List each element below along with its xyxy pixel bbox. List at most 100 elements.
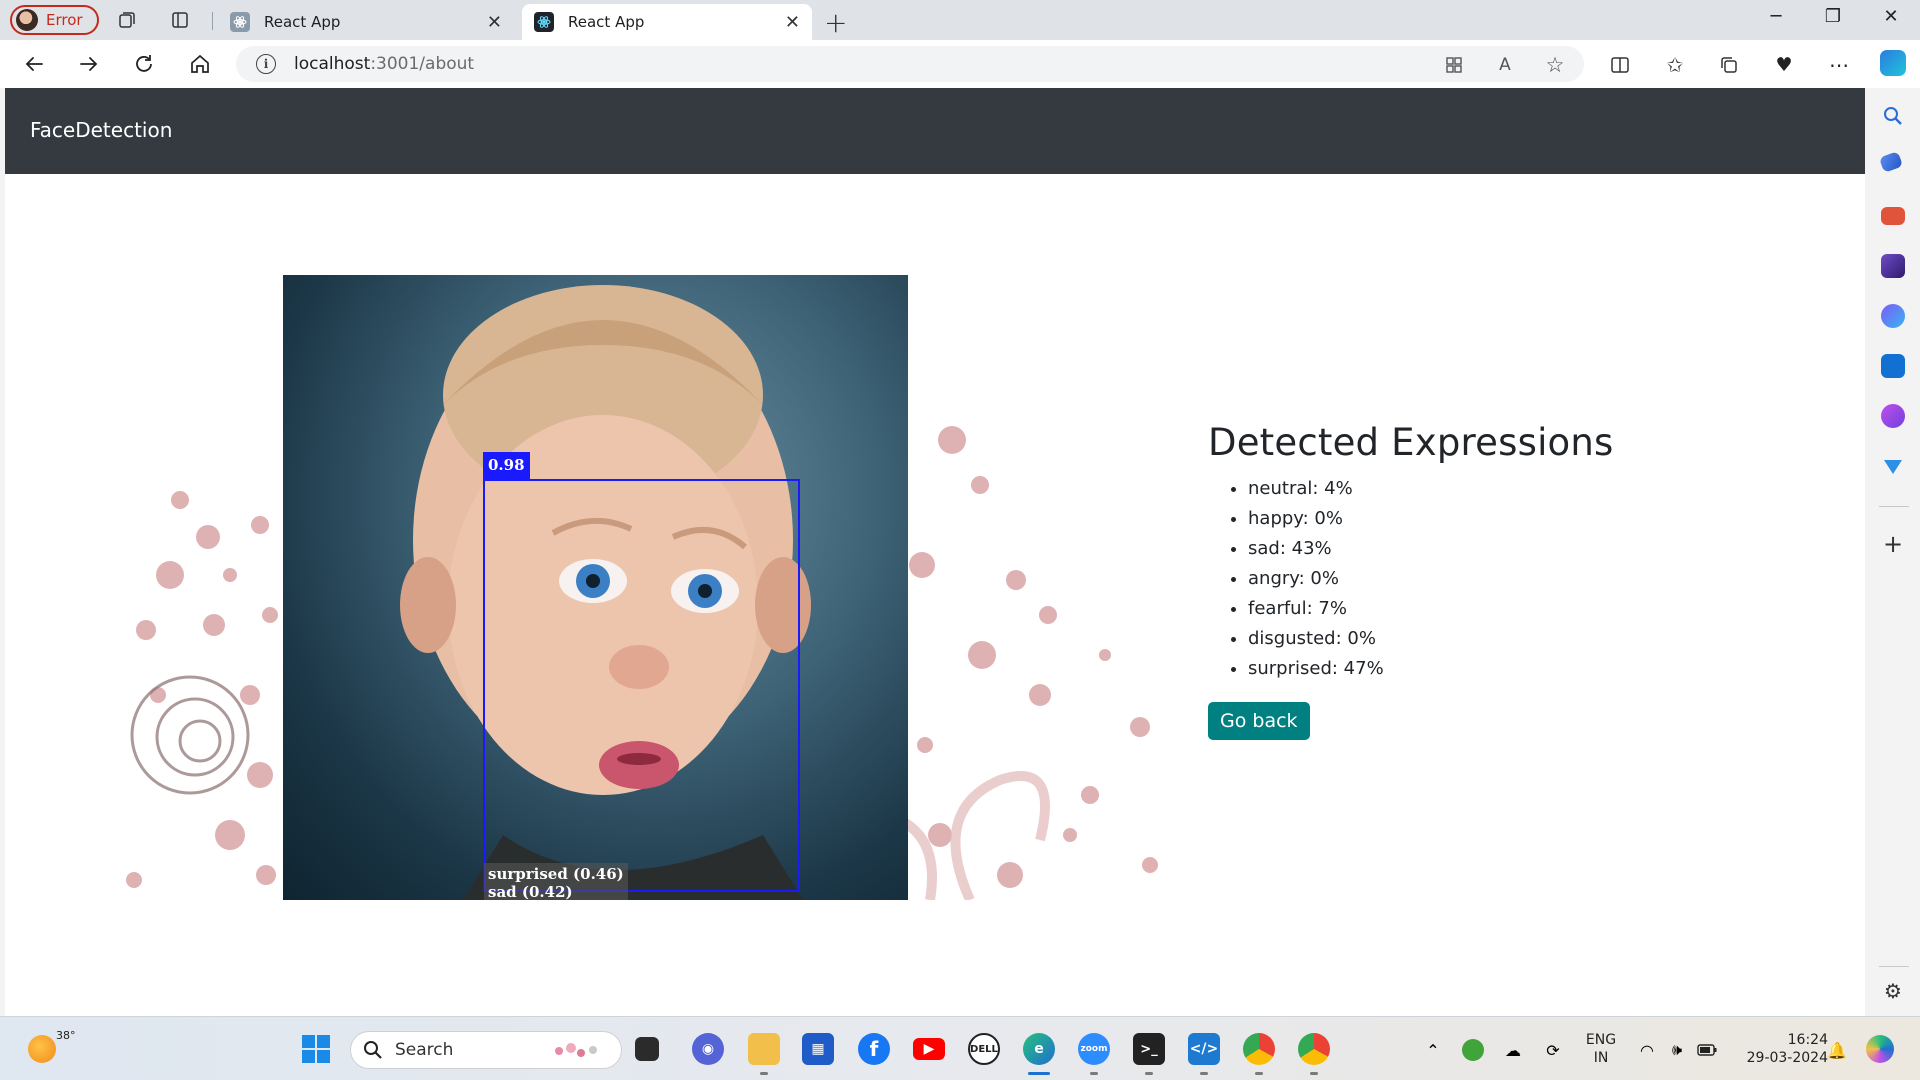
expressions-list: neutral: 4% happy: 0% sad: 43% angry: 0%… <box>1208 474 1614 684</box>
chrome-profile-icon[interactable] <box>1298 1033 1330 1065</box>
teams-chat-icon[interactable]: ◉ <box>692 1033 724 1065</box>
expression-item: disgusted: 0% <box>1248 624 1614 654</box>
expression-item: fearful: 7% <box>1248 594 1614 624</box>
tab-react-app-2[interactable]: React App ✕ <box>522 4 812 40</box>
sidebar-search-icon[interactable] <box>1881 104 1905 128</box>
edge-icon[interactable]: e <box>1023 1033 1055 1065</box>
battery-icon[interactable] <box>1696 1039 1718 1061</box>
facebook-icon[interactable]: f <box>858 1033 890 1065</box>
favorites-icon[interactable]: ✩ <box>1662 52 1688 78</box>
browser-toolbar: i localhost:3001/about A ☆ ✩ ♥ ⋯ <box>0 40 1920 88</box>
refresh-icon[interactable] <box>130 50 158 78</box>
sidebar-send-icon[interactable] <box>1881 454 1905 478</box>
forward-icon[interactable] <box>75 50 103 78</box>
settings-more-icon[interactable]: ⋯ <box>1826 52 1852 78</box>
workspaces-icon[interactable] <box>115 8 139 32</box>
react-favicon-icon <box>534 12 554 32</box>
react-favicon-icon <box>230 12 250 32</box>
read-aloud-icon[interactable]: A <box>1492 52 1518 78</box>
address-bar[interactable]: i localhost:3001/about <box>236 46 1584 82</box>
expression-item: surprised: 47% <box>1248 654 1614 684</box>
new-tab-icon[interactable]: + <box>824 6 847 39</box>
running-indicator <box>1310 1072 1318 1075</box>
running-indicator <box>1090 1072 1098 1075</box>
vscode-icon[interactable]: </> <box>1188 1033 1220 1065</box>
expression-item: angry: 0% <box>1248 564 1614 594</box>
expressions-heading: Detected Expressions <box>1208 421 1614 464</box>
wifi-icon[interactable]: ◠ <box>1636 1039 1658 1061</box>
profile-label: Error <box>46 11 83 29</box>
site-info-icon[interactable]: i <box>256 54 276 74</box>
tray-app-icon[interactable] <box>1462 1039 1484 1061</box>
app-navbar: FaceDetection <box>5 88 1865 174</box>
volume-icon[interactable]: 🕪 <box>1666 1039 1688 1061</box>
tab-actions-icon[interactable] <box>168 8 192 32</box>
windows-taskbar: 38° Search ◉ ▦ f ▶ DELL e zoom >_ </> ⌃ … <box>0 1016 1920 1080</box>
expression-item: happy: 0% <box>1248 504 1614 534</box>
notification-bell-icon[interactable]: 🔔 <box>1826 1039 1848 1061</box>
copilot-icon[interactable] <box>1880 50 1906 76</box>
sidebar-settings-icon[interactable]: ⚙ <box>1881 979 1905 1003</box>
expression-item: sad: 43% <box>1248 534 1614 564</box>
browser-essentials-icon[interactable]: ♥ <box>1771 52 1797 78</box>
tab-react-app-1[interactable]: React App ✕ <box>218 4 514 40</box>
favorite-star-icon[interactable]: ☆ <box>1542 52 1568 78</box>
sidebar-games-icon[interactable] <box>1881 254 1905 278</box>
running-indicator <box>1200 1072 1208 1075</box>
running-indicator <box>1255 1072 1263 1075</box>
sidebar-tools-icon[interactable] <box>1881 207 1905 225</box>
onedrive-cloud-icon[interactable]: ☁ <box>1502 1039 1524 1061</box>
tab-title: React App <box>568 13 645 31</box>
face-bounding-box <box>483 479 800 892</box>
tab-title: React App <box>264 13 341 31</box>
taskbar-search[interactable]: Search <box>350 1031 622 1069</box>
active-indicator <box>1028 1072 1050 1075</box>
go-back-button[interactable]: Go back <box>1208 702 1310 740</box>
expressions-panel: Detected Expressions neutral: 4% happy: … <box>1208 421 1614 740</box>
dell-icon[interactable]: DELL <box>968 1033 1000 1065</box>
minimize-icon[interactable]: ─ <box>1756 6 1796 27</box>
zoom-icon[interactable]: zoom <box>1078 1033 1110 1065</box>
expression-item: neutral: 4% <box>1248 474 1614 504</box>
app-available-icon[interactable] <box>1441 52 1467 78</box>
copilot-preview-icon[interactable] <box>1866 1035 1894 1063</box>
weather-temperature: 38° <box>56 1029 76 1042</box>
language-indicator[interactable]: ENG IN <box>1580 1031 1622 1067</box>
sidebar-shopping-icon[interactable] <box>1878 151 1904 173</box>
profile-button[interactable]: Error <box>10 5 99 35</box>
tab-close-icon[interactable]: ✕ <box>785 12 800 33</box>
baby-face-photo: 0.98 surprised (0.46) sad (0.42) <box>283 275 908 900</box>
back-icon[interactable] <box>20 50 48 78</box>
tray-overflow-chevron-icon[interactable]: ⌃ <box>1422 1039 1444 1061</box>
running-indicator <box>760 1072 768 1075</box>
microsoft-store-icon[interactable]: ▦ <box>802 1033 834 1065</box>
file-explorer-icon[interactable] <box>748 1033 780 1065</box>
sidebar-add-icon[interactable]: + <box>1881 532 1905 556</box>
running-indicator <box>1145 1072 1153 1075</box>
home-icon[interactable] <box>186 50 214 78</box>
restore-icon[interactable]: ❐ <box>1813 6 1853 27</box>
url-text: localhost:3001/about <box>294 54 475 74</box>
sidebar-divider <box>1879 506 1909 507</box>
sync-icon[interactable]: ⟳ <box>1542 1039 1564 1061</box>
clock[interactable]: 16:24 29-03-2024 <box>1732 1031 1828 1067</box>
chrome-icon[interactable] <box>1243 1033 1275 1065</box>
search-highlight-icon <box>555 1043 597 1057</box>
terminal-icon[interactable]: >_ <box>1133 1033 1165 1065</box>
youtube-icon[interactable]: ▶ <box>913 1038 945 1060</box>
search-placeholder: Search <box>395 1040 454 1060</box>
sidebar-microsoft365-icon[interactable] <box>1881 304 1905 328</box>
task-view-icon[interactable] <box>635 1037 659 1061</box>
sidebar-outlook-icon[interactable] <box>1881 354 1905 378</box>
split-screen-icon[interactable] <box>1607 52 1633 78</box>
navbar-brand[interactable]: FaceDetection <box>30 118 172 142</box>
window-close-icon[interactable]: ✕ <box>1871 6 1911 27</box>
detection-canvas: 0.98 surprised (0.46) sad (0.42) <box>110 275 1182 900</box>
start-windows-icon[interactable] <box>300 1033 332 1065</box>
tab-close-icon[interactable]: ✕ <box>487 12 502 33</box>
collections-icon[interactable] <box>1716 52 1742 78</box>
search-icon <box>364 1041 382 1059</box>
sidebar-designer-icon[interactable] <box>1881 404 1905 428</box>
expression-overlay-line1: surprised (0.46) <box>488 865 624 883</box>
weather-icon[interactable] <box>28 1035 56 1063</box>
